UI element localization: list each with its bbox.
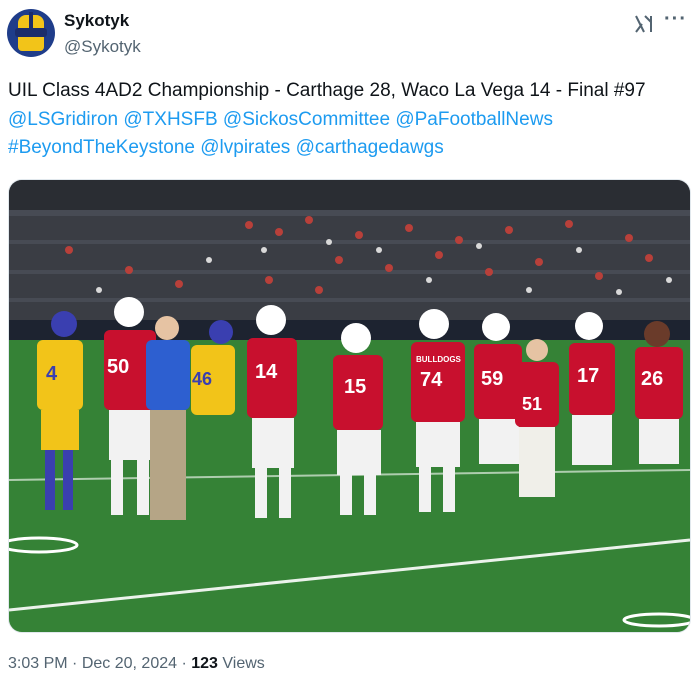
jersey-17: 17	[577, 365, 599, 387]
views-label: Views	[222, 655, 265, 672]
author-handle[interactable]: @Sykotyk	[64, 37, 141, 57]
grok-icon[interactable]	[633, 13, 655, 35]
mention-sickoscommittee[interactable]: @SickosCommittee	[223, 109, 390, 130]
hashtag-beyondthekeystone[interactable]: #BeyondTheKeystone	[8, 137, 195, 158]
mention-txhsfb[interactable]: @TXHSFB	[123, 109, 217, 130]
jersey-51: 51	[522, 394, 542, 414]
tweet-intro: UIL Class 4AD2 Championship - Carthage 2…	[8, 80, 646, 101]
mention-carthagedawgs[interactable]: @carthagedawgs	[296, 137, 444, 158]
jersey-14: 14	[255, 361, 278, 383]
separator: ·	[72, 655, 78, 672]
jersey-59: 59	[481, 368, 503, 390]
team-text: BULLDOGS	[416, 355, 462, 364]
jersey-46: 46	[192, 369, 212, 389]
tweet-meta: 3:03 PM · Dec 20, 2024 · 123 Views	[8, 655, 265, 673]
jersey-4: 4	[46, 363, 58, 385]
tweet-photo[interactable]: 4 50 46 14 15 74 BULLDOGS 59 51 17 26	[8, 179, 691, 633]
tweet-date[interactable]: Dec 20, 2024	[82, 655, 177, 672]
mention-pafootballnews[interactable]: @PaFootballNews	[395, 109, 553, 130]
separator: ·	[181, 655, 187, 672]
jersey-50: 50	[107, 356, 129, 378]
author-name[interactable]: Sykotyk	[64, 11, 129, 31]
author-avatar[interactable]	[7, 9, 55, 57]
mention-lvpirates[interactable]: @lvpirates	[200, 137, 290, 158]
tweet-time[interactable]: 3:03 PM	[8, 655, 68, 672]
jersey-15: 15	[344, 376, 366, 398]
jersey-26: 26	[641, 368, 663, 390]
views-count: 123	[191, 655, 218, 672]
more-options-icon[interactable]: ···	[664, 8, 692, 32]
jersey-74: 74	[420, 369, 443, 391]
tweet-text: UIL Class 4AD2 Championship - Carthage 2…	[8, 77, 688, 163]
football-photo: 4 50 46 14 15 74 BULLDOGS 59 51 17 26	[9, 180, 690, 632]
mention-lsgridiron[interactable]: @LSGridiron	[8, 109, 118, 130]
